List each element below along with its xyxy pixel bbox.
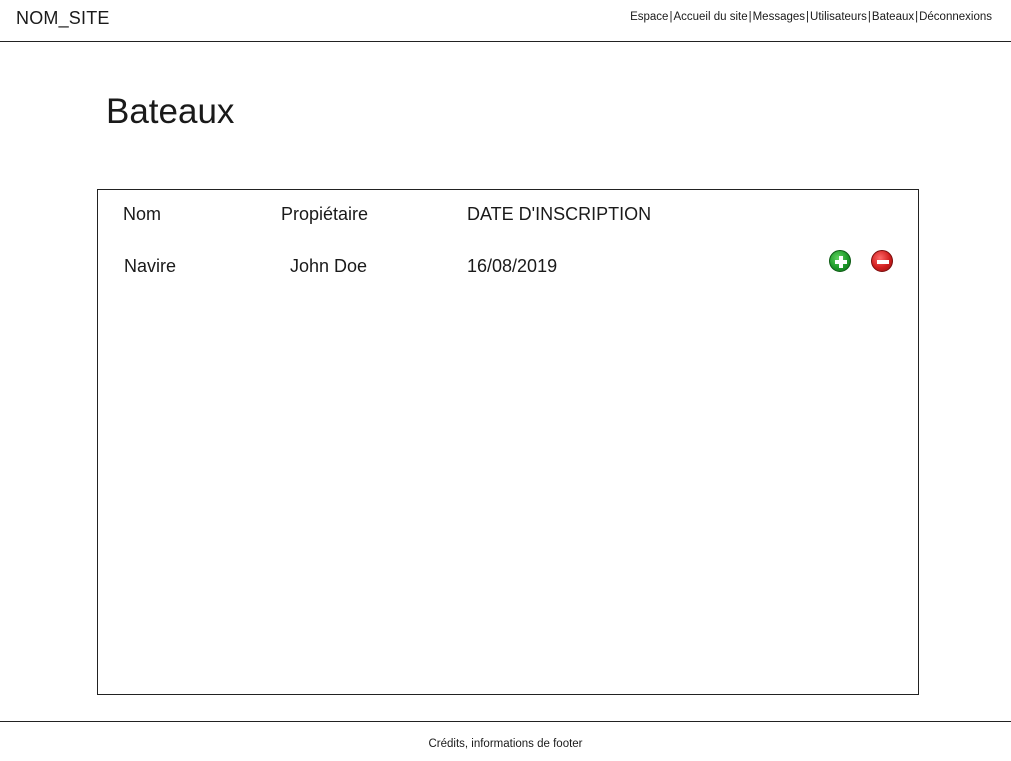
- nav-link-bateaux[interactable]: Bateaux: [872, 11, 914, 23]
- add-button[interactable]: [829, 250, 851, 272]
- column-header-date: DATE D'INSCRIPTION: [467, 204, 652, 224]
- nav-link-messages[interactable]: Messages: [753, 11, 805, 23]
- page-title: Bateaux: [106, 92, 235, 131]
- cell-nom: Navire: [124, 256, 177, 276]
- column-header-nom: Nom: [123, 204, 162, 224]
- nav-link-deconnexions[interactable]: Déconnexions: [919, 11, 992, 23]
- nav-link-utilisateurs[interactable]: Utilisateurs: [810, 11, 867, 23]
- remove-button[interactable]: [871, 250, 893, 272]
- page: NOM_SITE Espace | Accueil du site | Mess…: [0, 0, 1011, 761]
- column-header-proprietaire: Propiétaire: [281, 204, 369, 224]
- nav-link-espace[interactable]: Espace: [630, 11, 668, 23]
- footer: Crédits, informations de footer: [0, 721, 1011, 761]
- footer-text: Crédits, informations de footer: [428, 738, 583, 750]
- nav-menu: Espace | Accueil du site | Messages | Ut…: [630, 11, 992, 23]
- boats-table: Nom Propiétaire DATE D'INSCRIPTION Navir…: [97, 189, 919, 695]
- site-name[interactable]: NOM_SITE: [16, 8, 110, 29]
- cell-date: 16/08/2019: [467, 256, 558, 276]
- minus-circle-icon: [877, 260, 889, 264]
- nav-link-accueil[interactable]: Accueil du site: [673, 11, 747, 23]
- plus-circle-icon: [835, 256, 847, 268]
- cell-proprietaire: John Doe: [290, 256, 368, 276]
- header: NOM_SITE Espace | Accueil du site | Mess…: [0, 0, 1011, 42]
